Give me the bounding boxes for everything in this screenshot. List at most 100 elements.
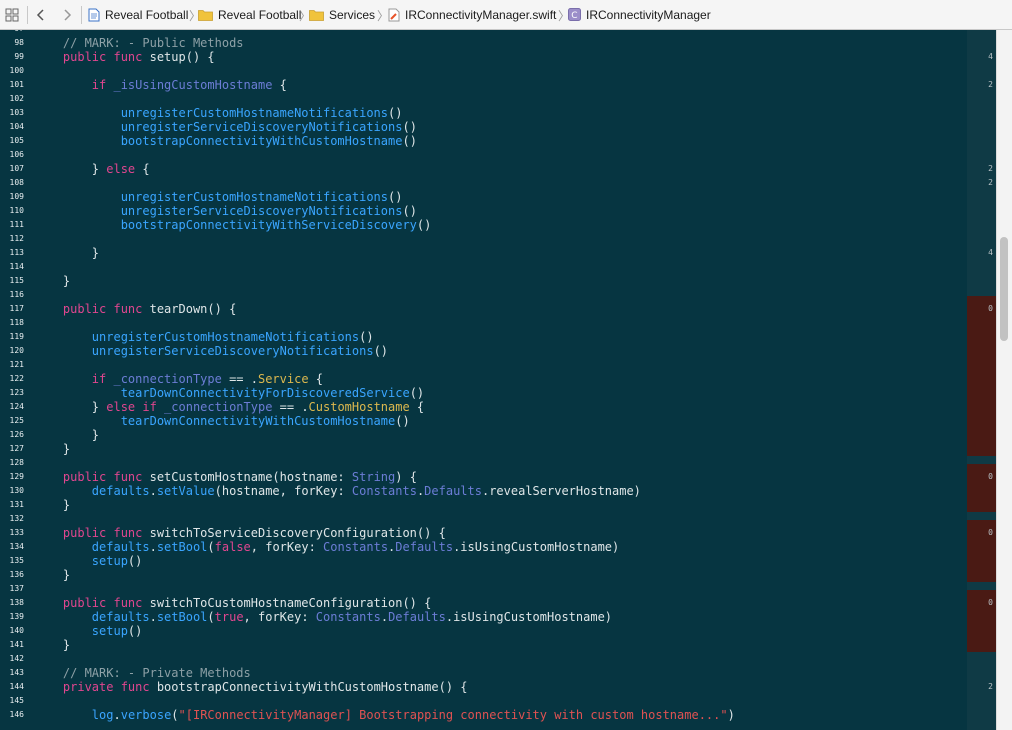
code-line[interactable]: setup() [34,624,143,638]
code-line[interactable]: bootstrapConnectivityWithCustomHostname(… [34,134,417,148]
code-line[interactable]: // MARK: - Public Methods [34,36,244,50]
vertical-scrollbar[interactable] [996,30,1012,730]
code-line[interactable]: } else if _connectionType == .CustomHost… [34,400,424,414]
line-number: 102 [9,94,24,103]
code-line[interactable]: if _connectionType == .Service { [34,372,323,386]
line-number: 130 [9,486,24,495]
annotation-count: 2 [988,164,993,173]
code-token: () [402,134,417,148]
code-token: false [214,540,251,554]
code-line[interactable]: public func tearDown() { [34,302,236,316]
annotation-count: 0 [988,472,993,481]
code-token: .isUsingCustomHostname) [445,610,613,624]
class-icon: C [568,8,581,21]
code-token: } [34,442,71,456]
code-line[interactable]: public func setup() { [34,50,215,64]
breadcrumb-group[interactable]: Reveal Football [198,0,301,29]
code-line[interactable]: public func switchToCustomHostnameConfig… [34,596,431,610]
code-line[interactable]: if _isUsingCustomHostname { [34,78,287,92]
code-token: } [34,638,71,652]
code-token: unregisterServiceDiscoveryNotifications [34,120,403,134]
line-number: 143 [9,668,24,677]
code-line[interactable]: unregisterCustomHostnameNotifications() [34,106,403,120]
code-line[interactable]: unregisterServiceDiscoveryNotifications(… [34,344,388,358]
code-token: else [106,162,136,176]
breadcrumb-project[interactable]: Reveal Football [88,0,188,29]
code-line[interactable]: unregisterCustomHostnameNotifications() [34,330,374,344]
line-number: 146 [9,710,24,719]
code-line[interactable]: defaults.setBool(false, forKey: Constant… [34,540,619,554]
breadcrumb-label: IRConnectivityManager [586,7,711,22]
forward-button[interactable] [62,0,72,29]
code-line[interactable]: unregisterCustomHostnameNotifications() [34,190,403,204]
code-line[interactable]: bootstrapConnectivityWithServiceDiscover… [34,218,432,232]
annotation-count: 0 [988,528,993,537]
code-token: () [359,330,374,344]
breadcrumb-class[interactable]: C IRConnectivityManager [568,0,711,29]
breadcrumb-services[interactable]: Services [309,0,375,29]
code-line[interactable]: setup() [34,554,143,568]
line-number: 103 [9,108,24,117]
line-number: 129 [9,472,24,481]
related-items-button[interactable] [5,0,19,29]
svg-text:C: C [571,11,577,21]
annotation-count: 2 [988,80,993,89]
code-token: . [149,610,157,624]
code-line[interactable]: log.verbose("[IRConnectivityManager] Boo… [34,708,735,722]
code-token: () [409,386,425,400]
code-line[interactable]: // MARK: - Private Methods [34,666,251,680]
code-token: unregisterServiceDiscoveryNotifications [34,204,403,218]
code-line[interactable]: public func setCustomHostname(hostname: … [34,470,417,484]
change-annotation-bar: 4 2 2 2 4 0 0 0 0 2 [967,30,996,730]
code-line[interactable]: public func switchToServiceDiscoveryConf… [34,526,446,540]
line-number: 125 [9,416,24,425]
code-token: public func [34,526,150,540]
code-token: (hostname, forKey: [214,484,352,498]
code-token: setCustomHostname(hostname: [149,470,352,484]
code-token: public func [34,50,150,64]
line-number: 123 [9,388,24,397]
breadcrumb-file[interactable]: IRConnectivityManager.swift [388,0,556,29]
code-token: Service [257,372,309,386]
line-number: 140 [9,626,24,635]
line-number: 101 [9,80,24,89]
code-line[interactable]: } [34,246,99,260]
code-token: () [373,344,389,358]
code-line[interactable]: } [34,568,70,582]
back-button[interactable] [36,0,46,29]
line-number: 137 [9,584,24,593]
code-line[interactable]: } [34,498,70,512]
scrollbar-thumb[interactable] [1000,237,1008,341]
code-line[interactable]: defaults.setValue(hostname, forKey: Cons… [34,484,641,498]
code-token: bootstrapConnectivityWithCustomHostname(… [156,680,468,694]
code-line[interactable]: defaults.setBool(true, forKey: Constants… [34,610,612,624]
code-token: bootstrapConnectivityWithCustomHostname [34,134,403,148]
code-line[interactable]: unregisterServiceDiscoveryNotifications(… [34,204,417,218]
code-token: () [395,414,410,428]
code-token: unregisterCustomHostnameNotifications [34,190,389,204]
code-line[interactable]: } else { [34,162,150,176]
code-token: } [34,400,107,414]
breadcrumb-label: Services [329,7,376,22]
code-line[interactable]: tearDownConnectivityForDiscoveredService… [34,386,424,400]
swift-file-icon [388,8,400,21]
code-token: . [149,540,157,554]
code-line[interactable]: } [34,274,70,288]
code-editor[interactable]: 9798991001011021031041051061071081091101… [0,30,996,730]
code-token: setBool [156,540,208,554]
code-token: , forKey: [243,610,316,624]
code-line[interactable]: } [34,442,70,456]
code-token: String [351,470,396,484]
code-line[interactable]: } [34,428,99,442]
swift-project-icon [88,8,100,21]
code-token: { [135,162,150,176]
code-line[interactable]: private func bootstrapConnectivityWithCu… [34,680,468,694]
code-token: CustomHostname [308,400,410,414]
code-token: _isUsingCustomHostname [113,78,273,92]
code-line[interactable]: unregisterServiceDiscoveryNotifications(… [34,120,417,134]
line-number: 131 [9,500,24,509]
code-line[interactable]: tearDownConnectivityWithCustomHostname() [34,414,410,428]
code-token: tearDownConnectivityForDiscoveredService [34,386,410,400]
code-token: tearDownConnectivityWithCustomHostname [34,414,396,428]
code-line[interactable]: } [34,638,70,652]
